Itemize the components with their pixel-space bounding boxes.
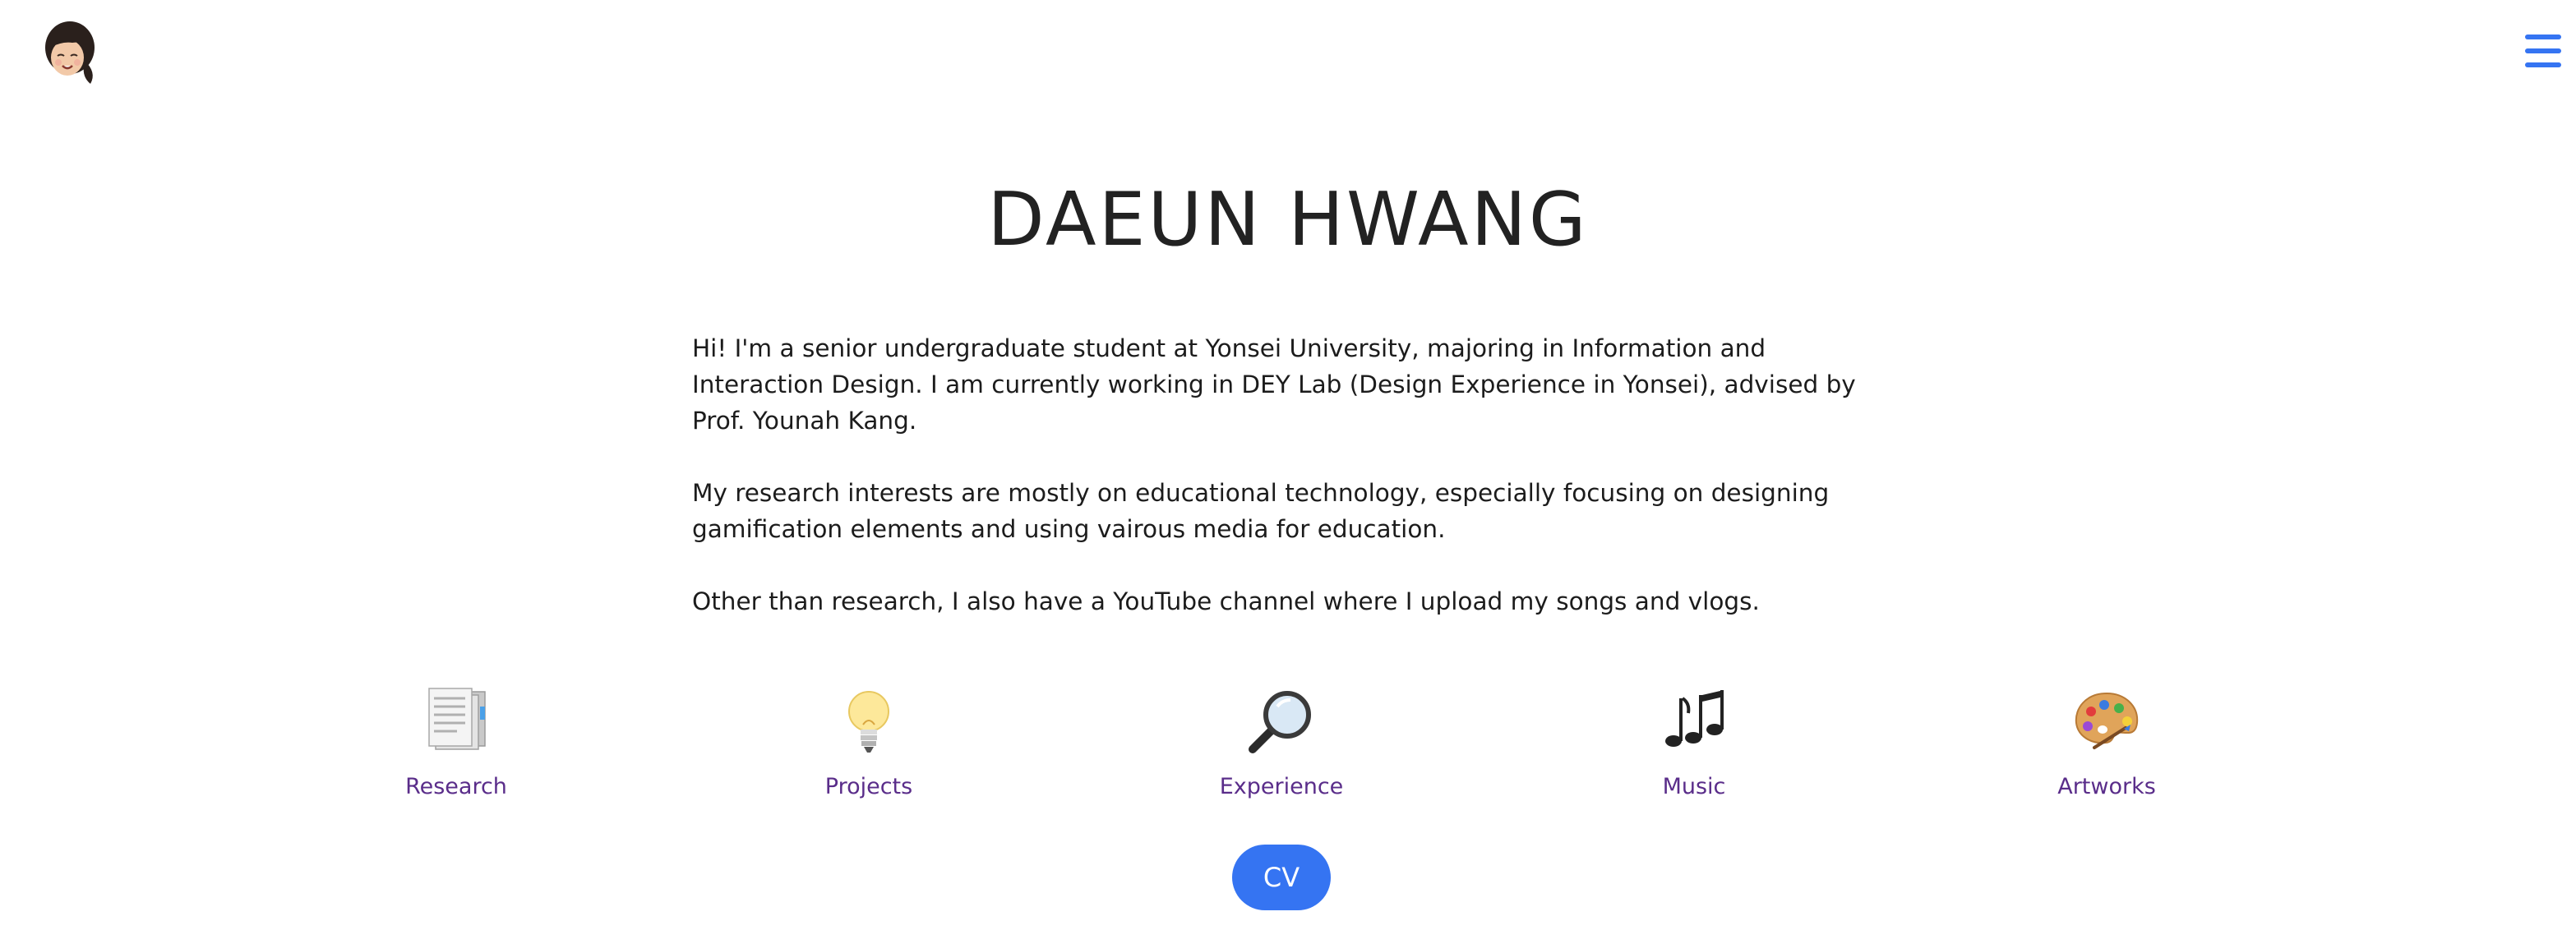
magnifier-icon bbox=[1249, 691, 1311, 753]
nav-item-projects[interactable]: Projects bbox=[746, 684, 992, 799]
intro-paragraph-2: My research interests are mostly on educ… bbox=[692, 479, 1830, 543]
nav-label-music: Music bbox=[1662, 774, 1726, 799]
page-title: DAEUN HWANG bbox=[987, 177, 1589, 263]
cv-button[interactable]: CV bbox=[1232, 845, 1331, 910]
intro-paragraph-3: Other than research, I also have a YouTu… bbox=[692, 587, 1760, 615]
music-notes-icon bbox=[1665, 690, 1724, 747]
nav-label-projects: Projects bbox=[824, 774, 913, 799]
intro-text: Hi! I'm a senior undergraduate student a… bbox=[692, 330, 1892, 656]
nav-label-research: Research bbox=[405, 774, 507, 799]
document-icon bbox=[428, 688, 486, 750]
menu-bar bbox=[2525, 35, 2561, 39]
nav-label-artworks: Artworks bbox=[2057, 774, 2156, 799]
hamburger-menu-icon[interactable] bbox=[2525, 35, 2561, 67]
nav-item-artworks[interactable]: Artworks bbox=[1983, 684, 2230, 799]
nav-item-experience[interactable]: Experience bbox=[1158, 684, 1405, 799]
menu-bar bbox=[2525, 62, 2561, 67]
nav-item-research[interactable]: Research bbox=[333, 684, 579, 799]
menu-bar bbox=[2525, 48, 2561, 53]
page: DAEUN HWANG Hi! I'm a senior undergradua… bbox=[0, 0, 2576, 930]
intro-paragraph-1: Hi! I'm a senior undergraduate student a… bbox=[692, 334, 1856, 435]
palette-icon bbox=[2075, 692, 2139, 749]
nav-item-music[interactable]: Music bbox=[1571, 684, 1817, 799]
nav-label-experience: Experience bbox=[1219, 774, 1344, 799]
lightbulb-icon bbox=[848, 691, 889, 753]
avatar[interactable] bbox=[39, 18, 100, 87]
section-nav: Research Projects Experience Music Artwo… bbox=[0, 684, 2576, 807]
